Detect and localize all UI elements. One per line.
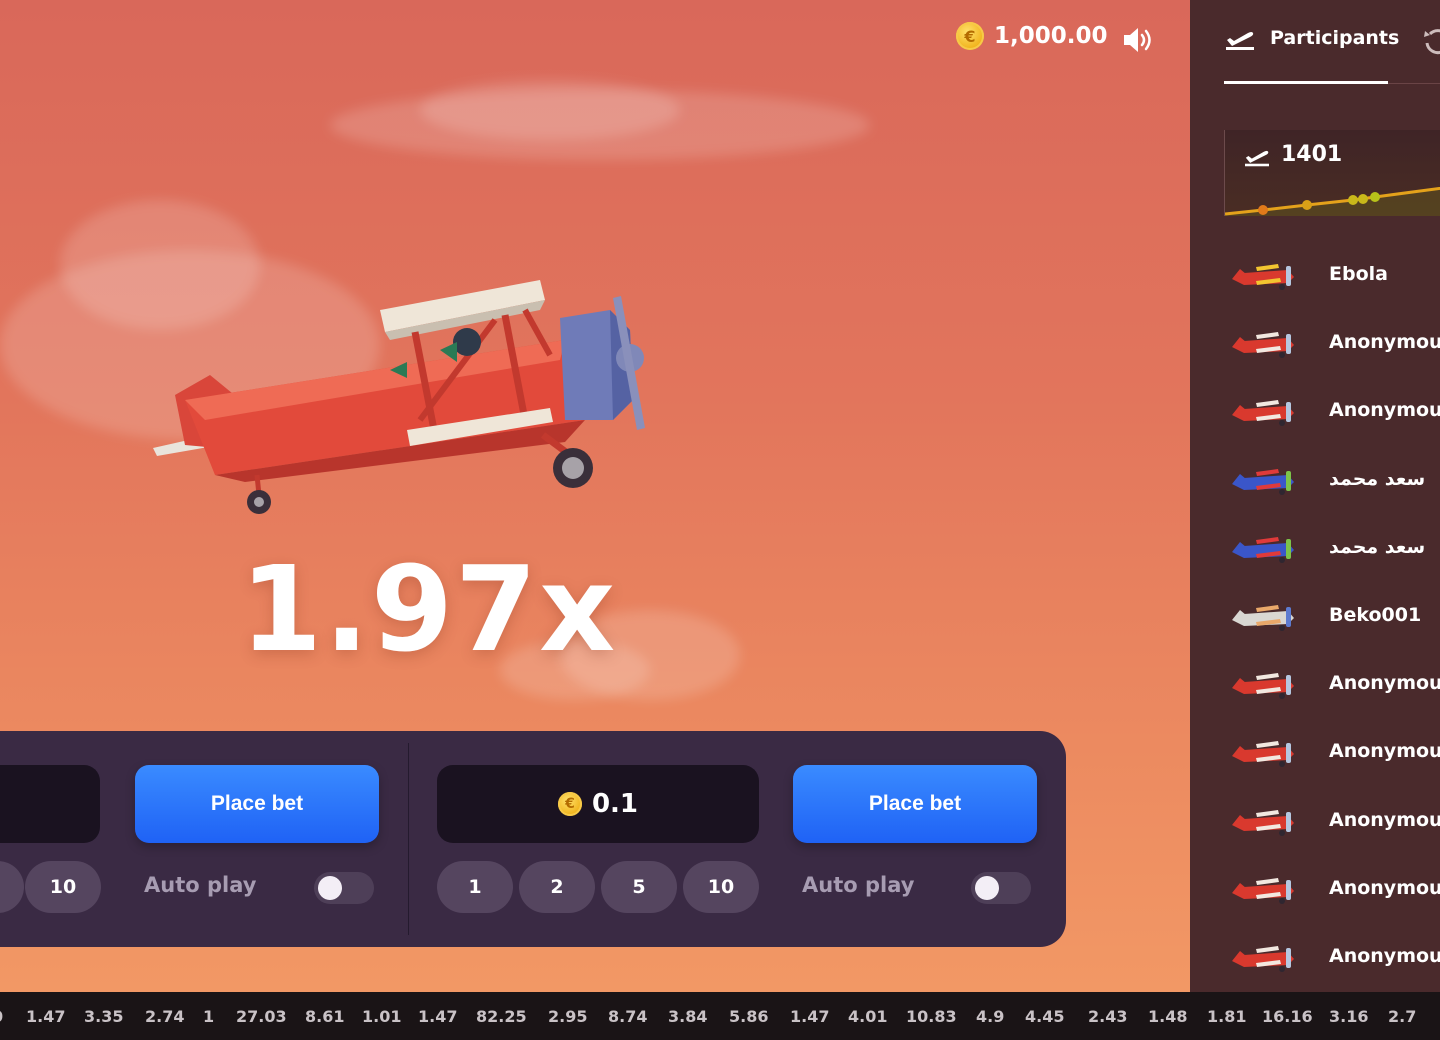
balance-display: € 1,000.00	[956, 22, 1108, 50]
participant-name: Anonymous	[1329, 740, 1440, 763]
panel-divider	[408, 743, 409, 935]
autoplay-toggle[interactable]	[971, 872, 1031, 904]
participant-name: Ebola	[1329, 263, 1388, 285]
multiplier-history-bar: 0 1.47 3.35 2.74 1 27.03 8.61 1.01 1.47 82.25 2.9…	[0, 992, 1440, 1040]
participant-row: Anonymous	[1190, 308, 1440, 376]
multiplier-display: 1.97x	[240, 540, 618, 678]
history-value: 1.47	[418, 1007, 458, 1026]
participant-row: سعد محمد	[1190, 445, 1440, 513]
chip-button[interactable]	[0, 861, 24, 913]
participant-row: سعد محمد	[1190, 513, 1440, 581]
participant-name: Beko001	[1329, 604, 1422, 626]
history-value: 2.95	[548, 1007, 588, 1026]
history-value: 4.01	[848, 1007, 888, 1026]
history-icon[interactable]	[1422, 26, 1440, 56]
history-value: 1.47	[790, 1007, 830, 1026]
bet-panel: Place bet 10 Auto play € 0.1 Place bet 1…	[0, 731, 1066, 947]
plane-icon	[1232, 264, 1294, 290]
tab-divider	[1388, 83, 1440, 84]
airplane-icon	[153, 280, 645, 514]
plane-icon	[1232, 946, 1294, 972]
participant-name: Anonymous	[1329, 331, 1440, 354]
participant-row: Ebola	[1190, 240, 1440, 308]
bet-amount-input[interactable]	[0, 765, 100, 843]
chip-button[interactable]: 5	[601, 861, 677, 913]
history-value: 2.7	[1388, 1007, 1417, 1026]
participant-row: Anonymous	[1190, 786, 1440, 854]
participant-row: Anonymous	[1190, 922, 1440, 990]
plane-icon	[1232, 605, 1294, 631]
tab-underline	[1224, 81, 1388, 84]
history-value: 3.84	[668, 1007, 708, 1026]
chip-button[interactable]: 2	[519, 861, 595, 913]
plane-icon	[1232, 400, 1294, 427]
history-value: 82.25	[476, 1007, 527, 1026]
participant-name: Anonymous	[1329, 945, 1440, 967]
participant-row: Anonymous	[1190, 649, 1440, 717]
history-value: 27.03	[236, 1007, 287, 1026]
bet-amount-input[interactable]: € 0.1	[437, 765, 759, 843]
plane-icon	[1232, 741, 1294, 768]
coin-icon: €	[956, 22, 984, 50]
history-value: 10.83	[906, 1007, 957, 1026]
history-value: 16.16	[1262, 1007, 1313, 1026]
participant-row: Beko001	[1190, 581, 1440, 649]
plane-icon	[1232, 536, 1294, 563]
history-value: 1.48	[1148, 1007, 1188, 1026]
participant-row: Anonymous	[1190, 376, 1440, 444]
participant-name: سعد محمد	[1329, 535, 1426, 558]
coin-icon: €	[557, 792, 582, 816]
flight-chart-card: 1401	[1224, 130, 1440, 216]
chip-button[interactable]: 10	[25, 861, 101, 913]
flight-curve-chart	[1225, 186, 1440, 216]
history-value: 8.74	[608, 1007, 648, 1026]
history-value: 2.74	[145, 1007, 185, 1026]
history-value: 3.16	[1329, 1007, 1369, 1026]
participant-row: Anonymous	[1190, 854, 1440, 922]
participant-name: سعد محمد	[1329, 467, 1426, 490]
place-bet-button[interactable]: Place bet	[135, 765, 379, 843]
history-value: 4.9	[976, 1007, 1005, 1026]
plane-icon	[1232, 332, 1294, 359]
balance-amount: 1,000.00	[994, 23, 1108, 49]
autoplay-label: Auto play	[802, 873, 915, 897]
history-value: 1.81	[1207, 1007, 1247, 1026]
history-value: 2.43	[1088, 1007, 1128, 1026]
plane-icon	[1232, 468, 1294, 495]
sound-icon[interactable]	[1120, 24, 1156, 56]
autoplay-label: Auto play	[144, 873, 257, 897]
toggle-knob	[975, 876, 999, 900]
chip-button[interactable]: 10	[683, 861, 759, 913]
history-value: 5.86	[729, 1007, 769, 1026]
plane-icon	[1232, 877, 1294, 904]
plane-icon	[1232, 809, 1294, 836]
cloud	[420, 80, 680, 140]
history-value: 1.47	[26, 1007, 66, 1026]
tab-label: Participants	[1270, 27, 1400, 49]
participants-sidebar: Participants 1401 Ebola Anonymous Anonymou…	[1190, 0, 1440, 992]
participant-name: Anonymous	[1329, 876, 1440, 899]
place-bet-button[interactable]: Place bet	[793, 765, 1037, 843]
history-value: 0	[0, 1007, 3, 1026]
participant-row: Anonymous	[1190, 717, 1440, 785]
plane-icon	[1232, 673, 1294, 700]
takeoff-icon	[1226, 32, 1254, 50]
history-value: 3.35	[84, 1007, 124, 1026]
history-value: 1	[203, 1007, 215, 1026]
tab-participants[interactable]: Participants	[1224, 24, 1399, 52]
participant-name: Anonymous	[1329, 808, 1440, 831]
participant-name: Anonymous	[1329, 672, 1440, 695]
participant-name: Anonymous	[1329, 399, 1440, 422]
toggle-knob	[318, 876, 342, 900]
autoplay-toggle[interactable]	[314, 872, 374, 904]
history-value: 4.45	[1025, 1007, 1065, 1026]
history-value: 8.61	[305, 1007, 345, 1026]
history-value: 1.01	[362, 1007, 402, 1026]
bet-amount-value: 0.1	[591, 789, 639, 819]
chip-button[interactable]: 1	[437, 861, 513, 913]
